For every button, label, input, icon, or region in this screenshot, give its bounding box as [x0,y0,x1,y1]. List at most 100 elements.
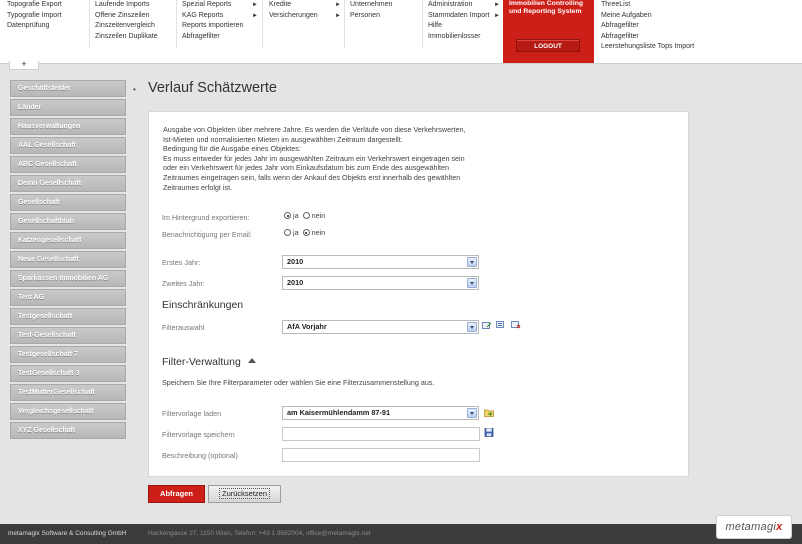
menu-item[interactable]: KAG Reports [182,11,256,22]
menu-column-3: Spezial Reports KAG Reports Reports impo… [182,0,258,43]
menu-item[interactable]: Abfragefilter [182,32,256,43]
company-logo: metamagix [716,515,792,539]
sidebar-item[interactable]: Neue Gesellschaft [10,251,126,268]
menu-item[interactable]: Abfragefilter [601,32,694,43]
template-save-input[interactable] [282,427,480,441]
brand-panel: Immobilien Controlling und Reporting Sys… [503,0,594,63]
logo-accent: x [776,521,783,533]
notify-no-label: nein [311,228,326,237]
description-line: Zeitraumes erfolgt ist. [163,182,233,192]
menu-column-1: Topografie Export Typografie Import Date… [7,0,62,32]
sidebar-item[interactable]: Vergleichsgesellschaft [10,403,126,420]
menu-item[interactable]: Datenprüfung [7,21,62,32]
menu-divider [176,0,177,48]
chevron-down-icon[interactable] [467,408,477,418]
sidebar-item[interactable]: Testgesellschaft 7 [10,346,126,363]
menu-item[interactable]: Offene Zinszeilen [95,11,158,22]
edit-filter-icon[interactable] [482,321,492,330]
menu-item[interactable]: Spezial Reports [182,0,256,11]
export-label: Im Hintergrund exportieren: [162,213,250,222]
sidebar-item[interactable]: TestMutterGesellschaft [10,384,126,401]
description-input[interactable] [282,448,480,462]
sidebar-item[interactable]: TestGesellschaft 3 [10,365,126,382]
filter-admin-hint: Speichern Sie Ihre Filterparameter oder … [162,378,435,387]
template-save-label: Filtervorlage speichern [162,430,235,439]
second-year-label: Zweites Jahr: [162,279,205,288]
menu-item[interactable]: Abfragefilter [601,21,694,32]
first-year-select[interactable]: 2010 [282,255,479,269]
menu-item[interactable]: Administration [428,0,498,11]
sidebar-item[interactable]: Demo Gesellschaft [10,175,126,192]
description: Ausgabe von Objekten über mehrere Jahre.… [163,125,523,192]
menu-item[interactable]: Stammdaten Import [428,11,498,22]
submit-button[interactable]: Abfragen [148,485,205,503]
menu-column-5: Unternehmen Personen [350,0,392,21]
menu-item[interactable]: Laufende Imports [95,0,158,11]
sidebar-item[interactable]: Gesellschaft [10,194,126,211]
menu-item[interactable]: Personen [350,11,392,22]
menu-item[interactable]: Immobilienlosser [428,32,498,43]
sidebar-item[interactable]: Sparkassen Immobilien AG [10,270,126,287]
menu-item[interactable]: ThreeList [601,0,694,11]
logout-button[interactable]: LOGOUT [516,39,580,52]
chevron-down-icon[interactable] [467,278,477,288]
sidebar-item[interactable]: XYZ Gesellschaft [10,422,126,439]
reset-button[interactable]: Zurücksetzen [208,485,281,503]
export-no-label: nein [311,211,326,220]
menu-item[interactable]: Unternehmen [350,0,392,11]
second-year-select[interactable]: 2010 [282,276,479,290]
first-year-value: 2010 [287,257,304,266]
menu-item[interactable]: Leerstehungsliste Tops Import [601,42,694,53]
filter-select-value: AfA Vorjahr [287,322,327,331]
menu-column-4: Kredite Versicherungen ► ► [269,0,341,22]
notify-no-radio[interactable] [302,229,310,236]
filter-admin-title-text: Filter-Verwaltung [162,356,241,368]
description-line: Es muss entweder für jedes Jahr im ausge… [163,153,465,163]
brand-title: Immobilien Controlling und Reporting Sys… [509,0,584,15]
expand-menu-tab[interactable]: + [9,60,39,70]
top-menu: Topografie Export Typografie Import Date… [0,0,802,64]
menu-item[interactable]: Kredite [269,0,339,11]
sidebar-item[interactable]: Test AG [10,289,126,306]
menu-divider [344,0,345,48]
menu-item[interactable]: Reports importieren [182,21,256,32]
menu-item[interactable]: Typografie Import [7,11,62,22]
notify-yes-radio[interactable] [284,229,291,236]
chevron-down-icon[interactable] [467,257,477,267]
menu-column-6: Administration Stammdaten Import Hilfe I… [428,0,500,43]
logo-text: metamagi [725,521,777,533]
filter-select[interactable]: AfA Vorjahr [282,320,479,334]
sidebar-item[interactable]: Hausverwaltungen [10,118,126,135]
sidebar-item[interactable]: Länder [10,99,126,116]
export-no-radio[interactable] [302,212,310,219]
sidebar-item[interactable]: Test-Gesellschaft [10,327,126,344]
sidebar-item[interactable]: AAL Gesellschaft [10,137,126,154]
menu-item[interactable]: Zinszeitenvergleich [95,21,158,32]
menu-item[interactable]: Zinszeilen Duplikate [95,32,158,43]
remove-filter-icon[interactable] [511,320,521,329]
menu-divider [89,0,90,48]
description-label: Beschreibung (optional) [162,451,238,460]
load-template-icon[interactable] [484,408,494,417]
collapse-up-icon[interactable] [247,358,256,363]
menu-column-7: ThreeList Meine Aufgaben Abfragefilter A… [601,0,694,53]
description-line: Bedingung für die Ausgabe eines Objektes… [163,144,301,154]
sidebar-item[interactable]: Geschäftsfelder [10,80,126,97]
chevron-down-icon[interactable] [467,322,477,332]
template-load-value: am Kaisermühlendamm 87-91 [287,408,391,417]
menu-item[interactable]: Hilfe [428,21,498,32]
description-line: Ist-Mieten und normalisierten Mieten im … [163,134,403,144]
sidebar-item[interactable]: Katzengesellschaft [10,232,126,249]
template-load-label: Filtervorlage laden [162,409,222,418]
export-yes-radio[interactable] [284,212,291,219]
template-load-select[interactable]: am Kaisermühlendamm 87-91 [282,406,479,420]
menu-item[interactable]: Meine Aufgaben [601,11,694,22]
sidebar-item[interactable]: Testgesellschaft [10,308,126,325]
menu-item[interactable]: Versicherungen [269,11,339,22]
menu-item[interactable]: Topografie Export [7,0,62,11]
sidebar-item[interactable]: Gesellschaftblah [10,213,126,230]
save-icon[interactable] [484,428,494,437]
sidebar-item[interactable]: ABC Gesellschaft [10,156,126,173]
add-filter-icon[interactable] [496,320,506,329]
menu-divider [262,0,263,48]
